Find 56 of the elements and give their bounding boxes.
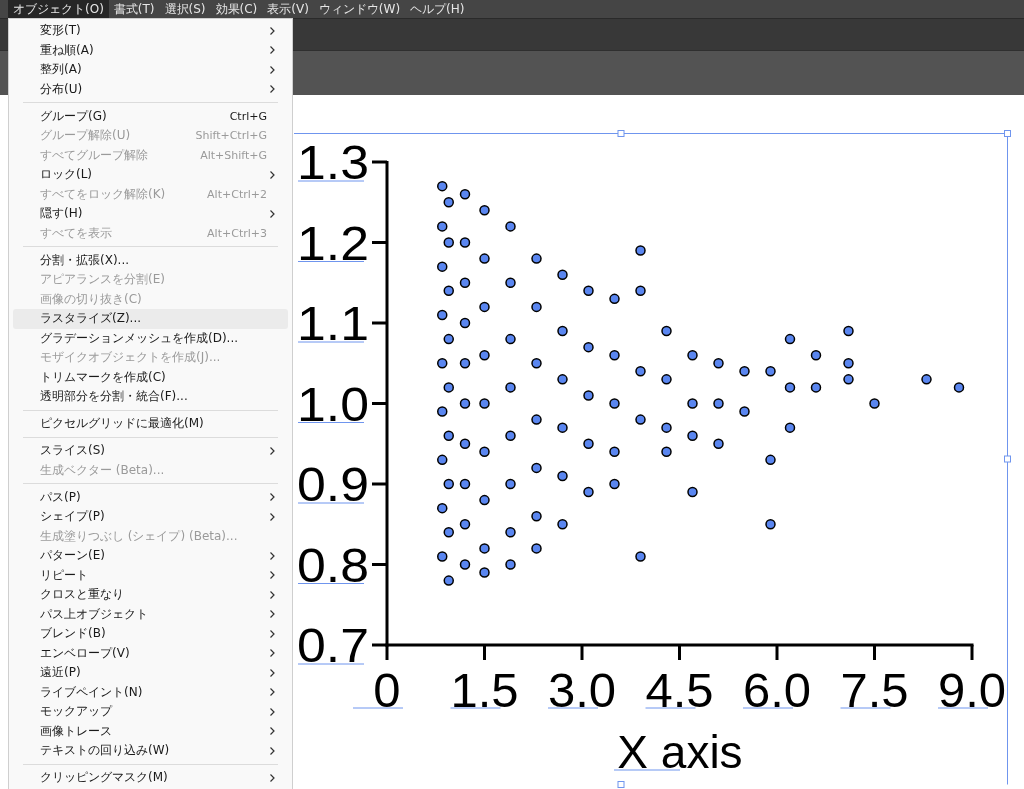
menu-item[interactable]: モックアップ xyxy=(13,702,288,722)
menu-item[interactable]: 透明部分を分割・統合(F)... xyxy=(13,387,288,407)
axis-title: X axis xyxy=(617,726,743,778)
menu-item[interactable]: 隠す(H) xyxy=(13,204,288,224)
menu-item[interactable]: リピート xyxy=(13,565,288,585)
menu-item[interactable]: ブレンド(B) xyxy=(13,624,288,644)
menu-item[interactable]: ピクセルグリッドに最適化(M) xyxy=(13,414,288,434)
tick-label: 0.9 xyxy=(297,457,366,511)
shortcut-text: Ctrl+G xyxy=(229,109,267,123)
menu-item[interactable]: ロック(L) xyxy=(13,165,288,185)
tick-label: 0 xyxy=(373,663,401,717)
menu-item[interactable]: 分割・拡張(X)... xyxy=(13,250,288,270)
menu-item[interactable]: 遠近(P) xyxy=(13,663,288,683)
menu-item[interactable]: パス上オブジェクト xyxy=(13,604,288,624)
tick-label: 1.2 xyxy=(297,215,366,270)
menu-bar-item[interactable]: ウィンドウ(W) xyxy=(313,0,406,18)
menu-item[interactable]: グラデーションメッシュを作成(D)... xyxy=(13,328,288,348)
tick-label: 9.0 xyxy=(937,663,1007,717)
menu-item[interactable]: クロスと重なり xyxy=(13,585,288,605)
tick-label: 1.3 xyxy=(297,135,366,189)
tick-label: 3.0 xyxy=(547,663,617,717)
tick-label: 1.1 xyxy=(297,296,366,350)
menu-item[interactable]: シェイプ(P) xyxy=(13,507,288,527)
tick-label: 7.5 xyxy=(840,663,909,717)
menu-bar-item[interactable]: 選択(S) xyxy=(159,0,211,18)
menu-item[interactable]: パス(P) xyxy=(13,487,288,507)
menu-item[interactable]: トリムマークを作成(C) xyxy=(13,367,288,387)
menu-bar-item[interactable]: 書式(T) xyxy=(108,0,160,18)
menu-item[interactable]: グループ(G) Ctrl+G xyxy=(13,106,288,126)
menu-item[interactable]: スライス(S) xyxy=(13,441,288,461)
shortcut-text: Alt+Ctrl+3 xyxy=(207,226,267,240)
shortcut-text: Alt+Ctrl+2 xyxy=(207,187,267,201)
menu-item[interactable]: ライブペイント(N) xyxy=(13,682,288,702)
menu-bar-item[interactable]: 表示(V) xyxy=(262,0,314,18)
menu-item[interactable]: 重ね順(A) xyxy=(13,40,288,60)
tick-label: 1.0 xyxy=(297,376,366,431)
menu-item[interactable]: エンベロープ(V) xyxy=(13,643,288,663)
menu-bar-item[interactable]: 効果(C) xyxy=(210,0,263,18)
selection-box[interactable] xyxy=(293,130,1011,788)
tick-label: 0.8 xyxy=(297,537,366,592)
tick-label: 4.5 xyxy=(645,663,714,717)
menu-item[interactable]: ラスタライズ(Z)... xyxy=(13,309,288,329)
menu-item[interactable]: 整列(A) xyxy=(13,60,288,80)
shortcut-text: Shift+Ctrl+G xyxy=(195,129,267,143)
menu-bar-item[interactable]: オブジェクト(O) xyxy=(8,0,109,18)
menu-bar-item[interactable]: ヘルプ(H) xyxy=(405,0,470,18)
menu-item[interactable]: パターン(E) xyxy=(13,546,288,566)
tick-label: 1.5 xyxy=(450,663,519,717)
menu-item[interactable]: 分布(U) xyxy=(13,79,288,99)
menu-item[interactable]: テキストの回り込み(W) xyxy=(13,741,288,761)
menu-item[interactable]: 変形(T) xyxy=(13,21,288,41)
tick-label: 6.0 xyxy=(742,663,812,717)
menu-item[interactable]: 画像トレース xyxy=(13,721,288,741)
menu-item[interactable]: クリッピングマスク(M) xyxy=(13,768,288,788)
shortcut-text: Alt+Shift+G xyxy=(200,148,267,162)
tick-label: 0.7 xyxy=(297,618,366,672)
